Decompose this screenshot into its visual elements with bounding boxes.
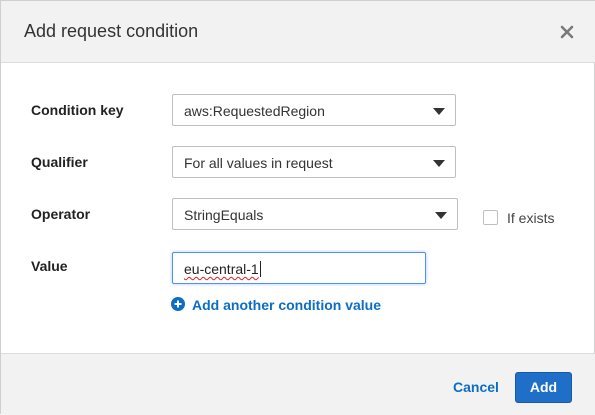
- condition-value-content: eu-central-1: [184, 261, 259, 277]
- dialog-title: Add request condition: [24, 21, 199, 41]
- qualifier-value: For all values in request: [184, 155, 333, 171]
- chevron-down-icon: [433, 108, 445, 115]
- close-icon[interactable]: [558, 23, 576, 41]
- add-another-value-label: Add another condition value: [192, 297, 382, 313]
- plus-circle-icon: [171, 297, 185, 311]
- chevron-down-icon: [435, 212, 447, 219]
- qualifier-label: Qualifier: [31, 154, 88, 170]
- condition-key-label: Condition key: [31, 102, 124, 118]
- if-exists-checkbox[interactable]: [483, 210, 498, 225]
- if-exists-label: If exists: [507, 210, 555, 226]
- condition-value-input[interactable]: eu-central-1: [172, 252, 426, 284]
- operator-select[interactable]: StringEquals: [172, 198, 458, 230]
- chevron-down-icon: [433, 160, 445, 167]
- condition-key-select[interactable]: aws:RequestedRegion: [172, 94, 456, 126]
- cancel-button[interactable]: Cancel: [453, 379, 499, 395]
- condition-value-text: eu-central-1: [184, 261, 261, 277]
- dialog-header: Add request condition: [1, 1, 595, 63]
- value-label: Value: [31, 258, 68, 274]
- condition-key-value: aws:RequestedRegion: [184, 103, 325, 119]
- qualifier-select[interactable]: For all values in request: [172, 146, 456, 178]
- operator-value: StringEquals: [184, 207, 264, 223]
- dialog-footer: Cancel Add: [1, 353, 595, 415]
- operator-label: Operator: [31, 206, 91, 222]
- add-request-condition-dialog: Add request condition Condition key aws:…: [0, 0, 595, 415]
- text-cursor: [259, 261, 261, 277]
- add-button[interactable]: Add: [515, 372, 572, 403]
